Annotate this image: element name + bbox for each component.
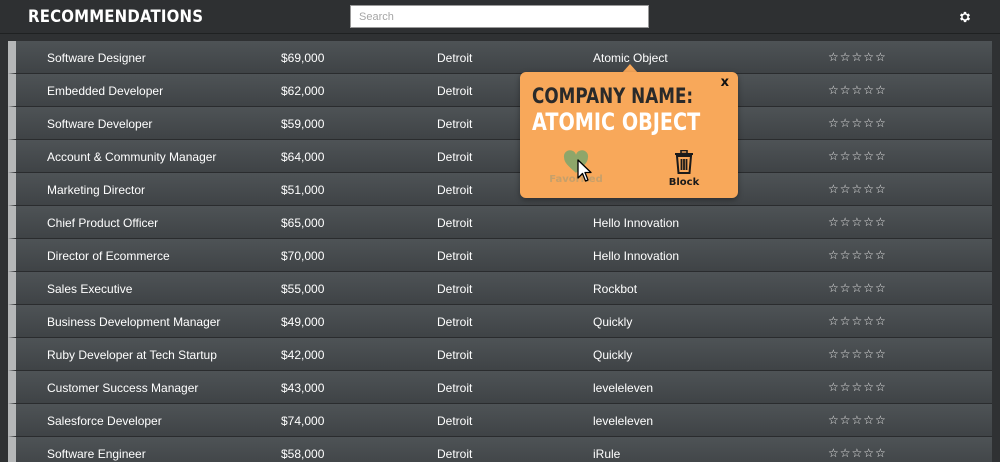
company-popup: x COMPANY NAME: ATOMIC OBJECT Favorited … (520, 72, 738, 198)
city: Detroit (437, 183, 473, 197)
company: Rockbot (593, 282, 638, 296)
table-row[interactable]: Director of Ecommerce $70,000 Detroit Hello… (8, 239, 992, 272)
salary: $42,000 (281, 348, 325, 362)
cursor-icon (577, 159, 592, 182)
company: Atomic Object (593, 51, 668, 65)
city: Detroit (437, 84, 473, 98)
job-title: Software Engineer (47, 447, 146, 461)
block-button[interactable]: Block (660, 150, 708, 192)
star-rating[interactable]: ☆☆☆☆☆ (828, 413, 887, 427)
city: Detroit (437, 249, 473, 263)
star-rating[interactable]: ☆☆☆☆☆ (828, 248, 887, 262)
table-row[interactable]: Ruby Developer at Tech Startup $42,000 Det… (8, 338, 992, 371)
salary: $43,000 (281, 381, 325, 395)
salary: $74,000 (281, 414, 325, 428)
favorite-label: Favorited (549, 174, 603, 185)
company: Quickly (593, 315, 633, 329)
city: Detroit (437, 282, 473, 296)
city: Detroit (437, 348, 473, 362)
table-row[interactable]: Software Engineer $58,000 Detroit iRule ☆☆☆☆… (8, 437, 992, 462)
star-rating[interactable]: ☆☆☆☆☆ (828, 446, 887, 460)
recommendations-list: Software Designer $69,000 Detroit Atomic Ob… (8, 41, 992, 462)
job-title: Embedded Developer (47, 84, 164, 98)
block-label: Block (668, 177, 700, 188)
company-name-label: COMPANY NAME: (532, 84, 694, 108)
company: Hello Innovation (593, 249, 680, 263)
company: Quickly (593, 348, 633, 362)
company: leveleleven (593, 414, 654, 428)
table-row[interactable]: Software Designer $69,000 Detroit Atomic Ob… (8, 41, 992, 74)
star-rating[interactable]: ☆☆☆☆☆ (828, 215, 887, 229)
table-row[interactable]: Chief Product Officer $65,000 Detroit Hello… (8, 206, 992, 239)
star-rating[interactable]: ☆☆☆☆☆ (828, 182, 887, 196)
salary: $64,000 (281, 150, 325, 164)
table-row[interactable]: Business Development Manager $49,000 Detro… (8, 305, 992, 338)
salary: $49,000 (281, 315, 325, 329)
job-title: Business Development Manager (47, 315, 221, 329)
table-row[interactable]: Marketing Director $51,000 Detroit ☆☆☆☆☆ (8, 173, 992, 206)
city: Detroit (437, 414, 473, 428)
company: Hello Innovation (593, 216, 680, 230)
favorite-button[interactable]: Favorited (548, 150, 604, 192)
company-name: ATOMIC OBJECT (532, 108, 701, 136)
star-rating[interactable]: ☆☆☆☆☆ (828, 380, 887, 394)
job-title: Software Designer (47, 51, 146, 65)
star-rating[interactable]: ☆☆☆☆☆ (828, 347, 887, 361)
job-title: Salesforce Developer (47, 414, 162, 428)
salary: $59,000 (281, 117, 325, 131)
city: Detroit (437, 117, 473, 131)
company: leveleleven (593, 381, 654, 395)
city: Detroit (437, 216, 473, 230)
job-title: Account & Community Manager (47, 150, 217, 164)
job-title: Marketing Director (47, 183, 146, 197)
salary: $62,000 (281, 84, 325, 98)
star-rating[interactable]: ☆☆☆☆☆ (828, 116, 887, 130)
table-row[interactable]: Account & Community Manager $64,000 Detroi… (8, 140, 992, 173)
top-bar: RECOMMENDATIONS (0, 0, 1000, 34)
job-title: Customer Success Manager (47, 381, 199, 395)
city: Detroit (437, 315, 473, 329)
city: Detroit (437, 150, 473, 164)
gear-icon[interactable] (958, 10, 972, 24)
city: Detroit (437, 447, 473, 461)
job-title: Ruby Developer at Tech Startup (47, 348, 217, 362)
star-rating[interactable]: ☆☆☆☆☆ (828, 149, 887, 163)
search-input[interactable] (350, 5, 649, 28)
company: iRule (593, 447, 621, 461)
job-title: Software Developer (47, 117, 153, 131)
job-title: Chief Product Officer (47, 216, 159, 230)
close-button[interactable]: x (721, 75, 729, 90)
table-row[interactable]: Sales Executive $55,000 Detroit Rockbot ☆☆☆☆… (8, 272, 992, 305)
salary: $51,000 (281, 183, 325, 197)
star-rating[interactable]: ☆☆☆☆☆ (828, 281, 887, 295)
table-row[interactable]: Customer Success Manager $43,000 Detroit le… (8, 371, 992, 404)
job-title: Sales Executive (47, 282, 133, 296)
salary: $69,000 (281, 51, 325, 65)
city: Detroit (437, 381, 473, 395)
trash-icon (675, 150, 693, 174)
star-rating[interactable]: ☆☆☆☆☆ (828, 50, 887, 64)
salary: $58,000 (281, 447, 325, 461)
table-row[interactable]: Embedded Developer $62,000 Detroit ☆☆☆☆☆ (8, 74, 992, 107)
star-rating[interactable]: ☆☆☆☆☆ (828, 83, 887, 97)
salary: $55,000 (281, 282, 325, 296)
job-title: Director of Ecommerce (47, 249, 170, 263)
salary: $65,000 (281, 216, 325, 230)
salary: $70,000 (281, 249, 325, 263)
table-row[interactable]: Salesforce Developer $74,000 Detroit levele… (8, 404, 992, 437)
table-row[interactable]: Software Developer $59,000 Detroit ☆☆☆☆☆ (8, 107, 992, 140)
page-title: RECOMMENDATIONS (28, 7, 204, 27)
city: Detroit (437, 51, 473, 65)
star-rating[interactable]: ☆☆☆☆☆ (828, 314, 887, 328)
